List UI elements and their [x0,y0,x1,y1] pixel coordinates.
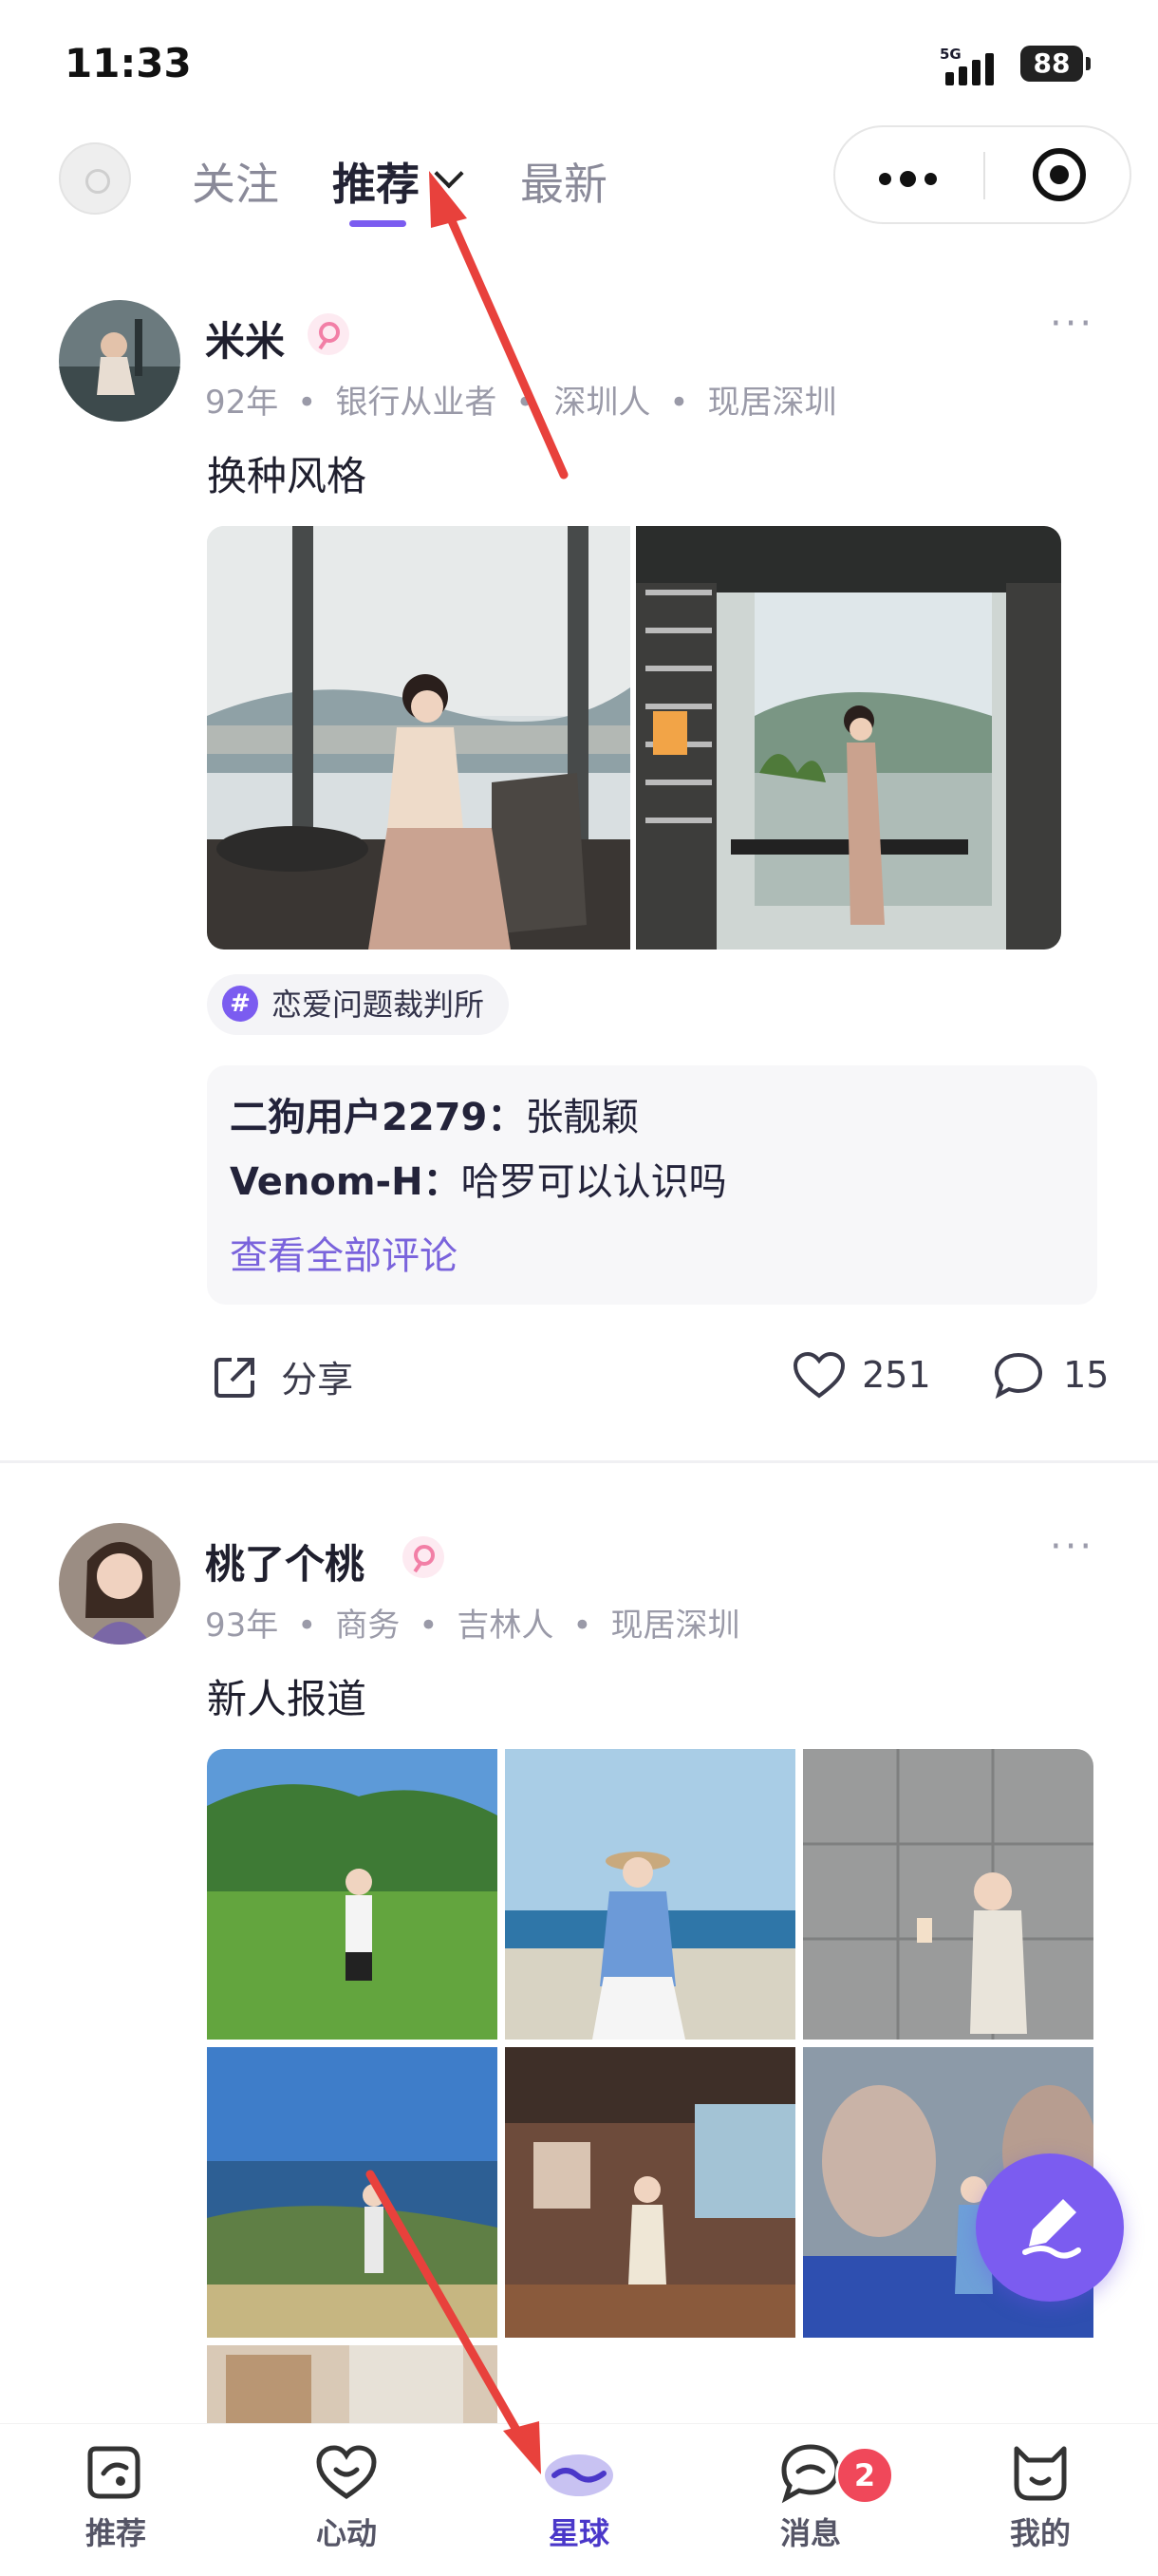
bottom-tab-heartbeat[interactable]: 心动 [280,2441,413,2553]
tab-follow[interactable]: 关注 [192,150,279,213]
post-text: 换种风格 [207,453,367,499]
post-photo[interactable] [505,1749,795,2040]
message-icon [781,2444,840,2504]
post-photo[interactable] [207,1749,497,2040]
comment-item: 二狗用户2279：张靓颖 [230,1096,640,1139]
post-photo[interactable] [803,1749,1093,2040]
post-text: 新人报道 [207,1676,367,1722]
bottom-tab-recommend[interactable]: 推荐 [49,2441,182,2553]
heart-icon [793,1351,846,1399]
heart-face-icon [316,2445,377,2500]
user-meta: 93年 • 商务 • 吉林人 • 现居深圳 [205,1607,740,1645]
status-bar: 11:33 5G 88 [0,0,1158,123]
female-gender-icon [402,1536,444,1578]
more-options-icon[interactable]: ··· [1050,302,1094,346]
comment-button[interactable]: 15 [993,1350,1109,1400]
bottom-tab-bar: 推荐 心动 星球 消息 我的 [0,2423,1158,2576]
edit-pencil-icon [1022,2199,1081,2259]
network-type: 5G [940,46,962,63]
recommend-icon [87,2446,140,2499]
tab-latest[interactable]: 最新 [520,150,607,213]
post-photo[interactable] [636,526,1061,950]
chevron-down-icon[interactable] [434,159,464,189]
share-icon [215,1357,254,1398]
topic-hash-icon: # [222,986,258,1022]
battery-icon: 88 [1020,46,1091,82]
user-meta: 92年 • 银行从业者 • 深圳人 • 现居深圳 [205,384,837,422]
female-gender-icon [308,313,349,355]
bottom-tab-profile[interactable]: 我的 [974,2441,1107,2553]
close-miniapp-icon[interactable] [1033,148,1086,201]
post-photo[interactable] [207,2047,497,2338]
topic-tag[interactable]: # 恋爱问题裁判所 [207,974,510,1035]
post-divider [0,1460,1158,1463]
miniapp-capsule [833,125,1131,224]
comment-icon [994,1352,1043,1400]
username[interactable]: 桃了个桃 [205,1532,364,1590]
bottom-tab-planet[interactable]: 星球 [513,2441,645,2553]
view-all-comments-link[interactable]: 查看全部评论 [230,1225,458,1280]
post-photo[interactable] [207,526,630,950]
tab-recommend[interactable]: 推荐 [332,150,420,213]
post-photo[interactable] [505,2047,795,2338]
cat-profile-icon [1014,2446,1067,2501]
like-button[interactable]: 251 [792,1350,931,1400]
avatar[interactable] [59,300,180,422]
active-tab-indicator [349,220,406,227]
planet-icon [545,2454,613,2496]
avatar[interactable] [59,1523,180,1645]
compose-post-button[interactable] [976,2153,1124,2302]
more-menu-icon[interactable] [879,169,945,187]
my-avatar-button[interactable] [59,142,131,215]
comment-item: Venom-H：哈罗可以认识吗 [230,1160,727,1204]
more-options-icon[interactable]: ··· [1050,1525,1094,1569]
comment-preview[interactable]: 二狗用户2279：张靓颖 Venom-H：哈罗可以认识吗 查看全部评论 [207,1065,1097,1305]
unread-badge: 2 [835,2446,894,2505]
status-time: 11:33 [65,40,192,86]
username[interactable]: 米米 [205,310,285,367]
post-photo[interactable] [207,2345,497,2423]
signal-icon: 5G [940,46,1006,85]
share-button[interactable]: 分享 [211,1350,353,1402]
